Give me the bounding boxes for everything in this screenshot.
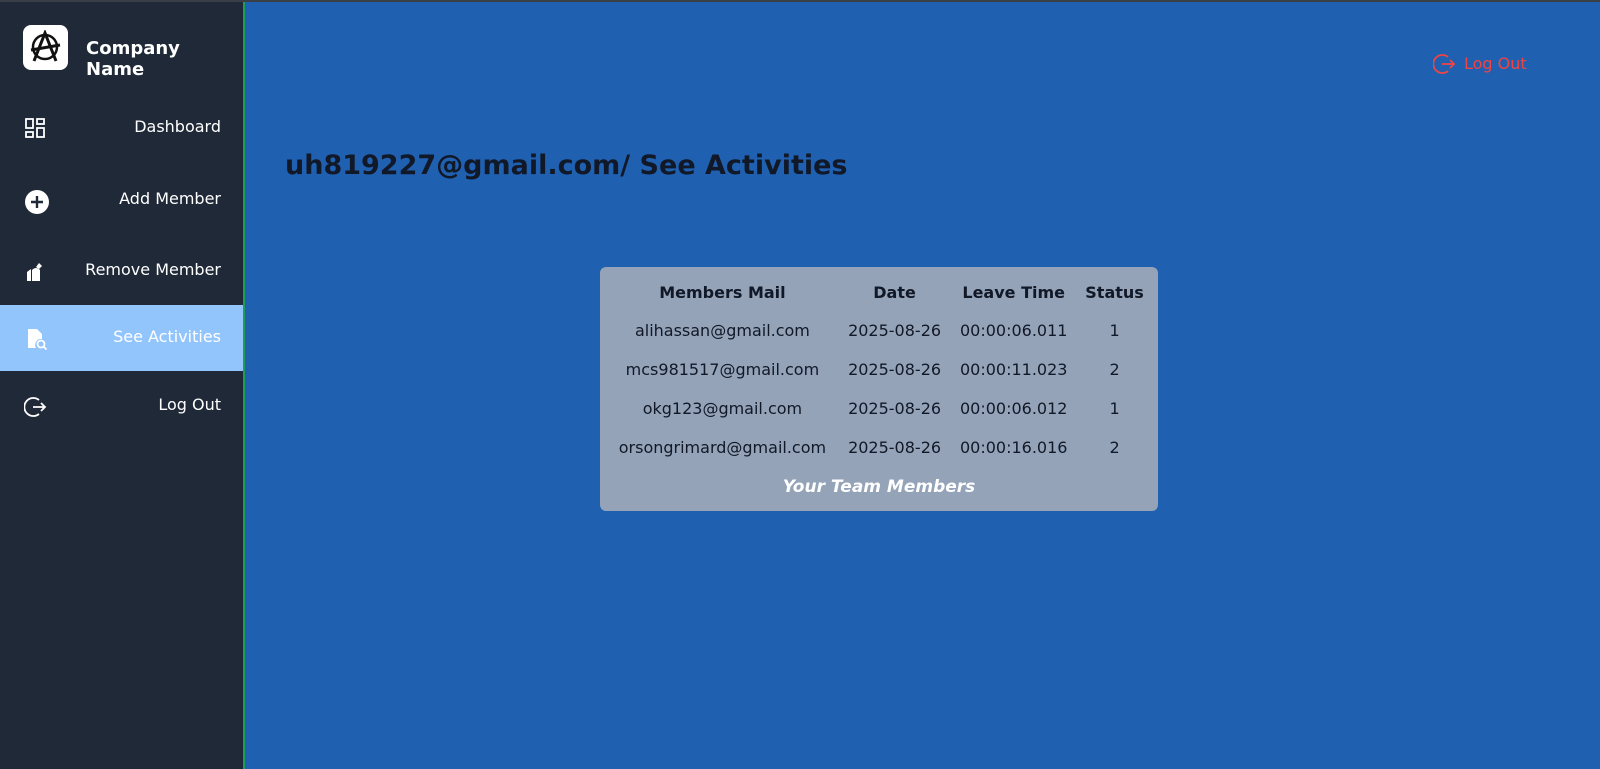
page-title: uh819227@gmail.com/ See Activities bbox=[285, 150, 848, 181]
column-header-leave-time: Leave Time bbox=[962, 282, 1065, 302]
cell-members-mail: alihassan@gmail.com bbox=[634, 321, 810, 340]
table-row: mcs981517@gmail.com 2025-08-26 00:00:11.… bbox=[606, 350, 1152, 389]
cell-date: 2025-08-26 bbox=[848, 438, 942, 457]
sidebar: Company Name Dashboard Add Member Remove… bbox=[0, 2, 245, 769]
column-header-members-mail: Members Mail bbox=[659, 282, 786, 302]
logout-icon bbox=[1432, 52, 1457, 76]
table-row: okg123@gmail.com 2025-08-26 00:00:06.012… bbox=[606, 389, 1152, 428]
sidebar-item-add-member[interactable]: Add Member bbox=[0, 167, 243, 233]
table-header-row: Members Mail Date Leave Time Status bbox=[606, 273, 1152, 311]
cell-leave-time: 00:00:16.016 bbox=[959, 438, 1068, 457]
sidebar-item-label: See Activities bbox=[113, 327, 221, 346]
cell-status: 1 bbox=[1109, 399, 1120, 418]
activities-table-card: Members Mail Date Leave Time Status alih… bbox=[600, 267, 1158, 511]
remove-member-icon bbox=[24, 260, 48, 284]
sidebar-item-remove-member[interactable]: Remove Member bbox=[0, 238, 243, 304]
file-search-icon bbox=[24, 327, 48, 351]
sidebar-item-dashboard[interactable]: Dashboard bbox=[0, 95, 243, 161]
sidebar-item-log-out[interactable]: Log Out bbox=[0, 373, 243, 439]
sidebar-item-label: Add Member bbox=[119, 189, 221, 208]
header-logout-label: Log Out bbox=[1464, 54, 1527, 73]
cell-leave-time: 00:00:11.023 bbox=[959, 360, 1068, 379]
cell-status: 1 bbox=[1109, 321, 1120, 340]
table-row: orsongrimard@gmail.com 2025-08-26 00:00:… bbox=[606, 428, 1152, 467]
sidebar-item-label: Remove Member bbox=[85, 260, 221, 279]
cell-leave-time: 00:00:06.011 bbox=[959, 321, 1068, 340]
cell-members-mail: orsongrimard@gmail.com bbox=[618, 438, 827, 457]
table-row: alihassan@gmail.com 2025-08-26 00:00:06.… bbox=[606, 311, 1152, 350]
sidebar-item-see-activities[interactable]: See Activities bbox=[0, 305, 243, 371]
sidebar-item-label: Dashboard bbox=[134, 117, 221, 136]
activities-table: Members Mail Date Leave Time Status alih… bbox=[606, 273, 1152, 467]
sidebar-item-label: Log Out bbox=[158, 395, 221, 414]
company-name: Company Name bbox=[86, 38, 180, 80]
cell-date: 2025-08-26 bbox=[848, 321, 942, 340]
column-header-date: Date bbox=[873, 282, 916, 302]
cell-leave-time: 00:00:06.012 bbox=[959, 399, 1068, 418]
logout-icon bbox=[23, 395, 48, 419]
cell-members-mail: mcs981517@gmail.com bbox=[625, 360, 820, 379]
cell-date: 2025-08-26 bbox=[848, 399, 942, 418]
cell-status: 2 bbox=[1109, 360, 1120, 379]
cell-date: 2025-08-26 bbox=[848, 360, 942, 379]
table-caption: Your Team Members bbox=[782, 477, 976, 497]
cell-status: 2 bbox=[1109, 438, 1120, 457]
plus-circle-icon bbox=[24, 189, 49, 214]
cell-members-mail: okg123@gmail.com bbox=[642, 399, 803, 418]
column-header-status: Status bbox=[1085, 282, 1144, 302]
anarchy-logo-icon bbox=[23, 25, 68, 70]
brand: Company Name bbox=[0, 2, 243, 94]
dashboard-grid-icon bbox=[24, 117, 48, 141]
